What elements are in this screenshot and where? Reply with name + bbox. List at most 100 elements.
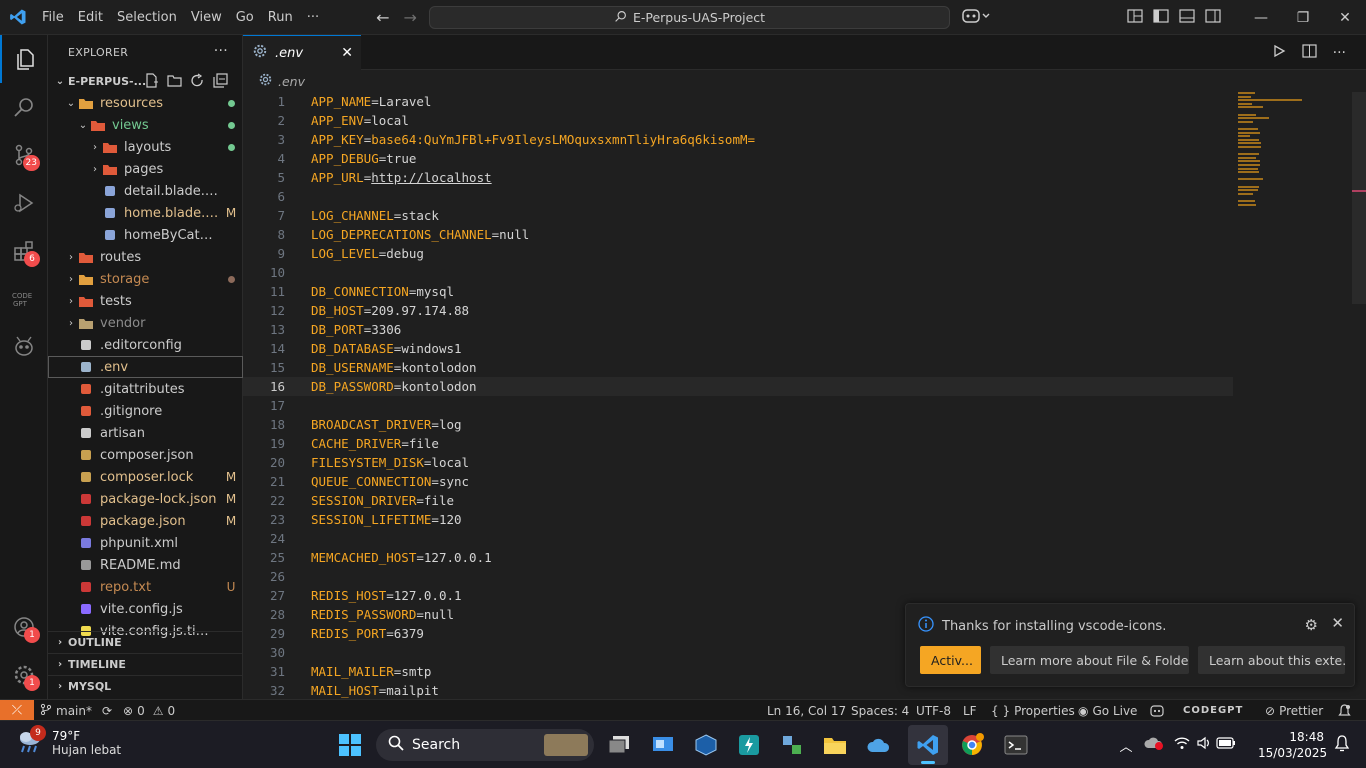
search-view-icon[interactable] [0, 83, 48, 131]
outline-section[interactable]: › OUTLINE [48, 631, 243, 653]
tree-folder[interactable]: › storage [48, 268, 243, 290]
learn-about-extension-button[interactable]: Learn about this exte... [1198, 646, 1345, 674]
tree-file[interactable]: vite.config.js [48, 598, 243, 620]
code-line[interactable]: 15 DB_USERNAME=kontolodon [243, 358, 1233, 377]
tree-file[interactable]: composer.lock M [48, 466, 243, 488]
tree-folder[interactable]: ⌄ resources [48, 92, 243, 114]
notification-center-icon[interactable] [1334, 735, 1350, 757]
tree-file[interactable]: artisan [48, 422, 243, 444]
tree-file[interactable]: composer.json [48, 444, 243, 466]
vertical-scrollbar[interactable] [1352, 92, 1366, 304]
close-notification-icon[interactable]: ✕ [1331, 614, 1344, 632]
command-center-search[interactable]: E-Perpus-UAS-Project [429, 6, 950, 29]
tree-file[interactable]: .editorconfig [48, 334, 243, 356]
minimize-icon[interactable]: — [1240, 10, 1282, 26]
notifications-bell-icon[interactable] [1338, 700, 1351, 721]
tree-file[interactable]: detail.blade.php [48, 180, 243, 202]
code-line[interactable]: 8 LOG_DEPRECATIONS_CHANNEL=null [243, 225, 1233, 244]
new-file-icon[interactable] [144, 73, 159, 91]
tree-folder[interactable]: ⌄ views [48, 114, 243, 136]
encoding[interactable]: UTF-8 [916, 700, 951, 721]
code-line[interactable]: 17 [243, 396, 1233, 415]
code-line[interactable]: 5 APP_URL=http://localhost [243, 168, 1233, 187]
code-line[interactable]: 14 DB_DATABASE=windows1 [243, 339, 1233, 358]
extensions-icon[interactable]: 6 [0, 227, 48, 275]
code-line[interactable]: 16 DB_PASSWORD=kontolodon [243, 377, 1233, 396]
code-line[interactable]: 13 DB_PORT=3306 [243, 320, 1233, 339]
codegpt-icon[interactable]: CODE GPT [0, 275, 48, 323]
learn-more-file-folder-button[interactable]: Learn more about File & Folder... [990, 646, 1189, 674]
project-root[interactable]: ⌄ E-PERPUS-... [48, 70, 242, 92]
menu-file[interactable]: File [35, 0, 71, 35]
task-view-icon[interactable] [600, 725, 640, 765]
tree-file[interactable]: repo.txt U [48, 576, 243, 598]
activate-button[interactable]: Activ... [920, 646, 981, 674]
code-line[interactable]: 2 APP_ENV=local [243, 111, 1233, 130]
forward-arrow-icon[interactable]: → [404, 8, 417, 27]
close-window-icon[interactable]: ✕ [1324, 10, 1366, 26]
onedrive-error-icon[interactable] [1137, 735, 1171, 755]
code-line[interactable]: 9 LOG_LEVEL=debug [243, 244, 1233, 263]
weather-widget[interactable]: 9 79°F Hujan lebat [16, 725, 121, 759]
code-line[interactable]: 26 [243, 567, 1233, 586]
tab-env[interactable]: .env ✕ [243, 35, 361, 70]
menu-edit[interactable]: Edit [71, 0, 110, 35]
taskbar-search[interactable]: Search [376, 729, 594, 761]
volume-icon[interactable] [1193, 736, 1215, 754]
code-line[interactable]: 22 SESSION_DRIVER=file [243, 491, 1233, 510]
tree-file[interactable]: package-lock.json M [48, 488, 243, 510]
vscode-taskbar-icon[interactable] [908, 725, 948, 765]
copilot-icon[interactable] [962, 8, 992, 28]
tree-file[interactable]: home.blade.p... M [48, 202, 243, 224]
tree-file[interactable]: phpunit.xml [48, 532, 243, 554]
more-editor-actions-icon[interactable]: ··· [1333, 45, 1346, 61]
menu-more[interactable]: ··· [300, 0, 326, 35]
code-line[interactable]: 18 BROADCAST_DRIVER=log [243, 415, 1233, 434]
menu-run[interactable]: Run [261, 0, 300, 35]
cloud-app-icon[interactable] [858, 725, 898, 765]
code-line[interactable]: 21 QUEUE_CONNECTION=sync [243, 472, 1233, 491]
code-line[interactable]: 25 MEMCACHED_HOST=127.0.0.1 [243, 548, 1233, 567]
code-line[interactable]: 19 CACHE_DRIVER=file [243, 434, 1233, 453]
back-arrow-icon[interactable]: ← [376, 8, 389, 27]
wifi-icon[interactable] [1171, 736, 1193, 754]
prettier-status[interactable]: ⊘ Prettier [1265, 700, 1323, 721]
virtualbox-icon[interactable] [686, 725, 726, 765]
chevron-up-icon[interactable]: ︿ [1115, 736, 1137, 755]
env-value[interactable]: http://localhost [371, 170, 491, 185]
battery-icon[interactable] [1215, 737, 1237, 753]
split-editor-icon[interactable] [1302, 43, 1317, 62]
tree-folder[interactable]: › vendor [48, 312, 243, 334]
network-tool-icon[interactable] [772, 725, 812, 765]
new-folder-icon[interactable] [167, 73, 182, 91]
minimap[interactable] [1238, 92, 1308, 212]
toggle-secondary-sidebar-icon[interactable] [1205, 8, 1221, 27]
restore-icon[interactable]: ❐ [1282, 10, 1324, 26]
tree-file[interactable]: .env [48, 356, 243, 378]
cursor-app-icon[interactable] [729, 725, 769, 765]
more-actions-icon[interactable]: ··· [214, 43, 228, 59]
code-line[interactable]: 10 [243, 263, 1233, 282]
indentation[interactable]: Spaces: 4 [851, 700, 909, 721]
code-line[interactable]: 3 APP_KEY=base64:QuYmJFBl+Fv9IleysLMOquxs… [243, 130, 1233, 149]
menu-go[interactable]: Go [229, 0, 261, 35]
breadcrumb-file[interactable]: .env [278, 74, 305, 89]
settings-gear-icon[interactable]: 1 [0, 651, 48, 699]
code-line[interactable]: 20 FILESYSTEM_DISK=local [243, 453, 1233, 472]
customize-layout-icon[interactable] [1127, 8, 1143, 27]
end-of-line[interactable]: LF [963, 700, 977, 721]
code-line[interactable]: 1 APP_NAME=Laravel [243, 92, 1233, 111]
tree-file[interactable]: README.md [48, 554, 243, 576]
alien-extension-icon[interactable] [0, 323, 48, 371]
cursor-position[interactable]: Ln 16, Col 17 [767, 700, 846, 721]
terminal-icon[interactable] [996, 725, 1036, 765]
code-line[interactable]: 11 DB_CONNECTION=mysql [243, 282, 1233, 301]
code-line[interactable]: 23 SESSION_LIFETIME=120 [243, 510, 1233, 529]
chrome-icon[interactable] [952, 725, 992, 765]
control-panel-icon[interactable] [643, 725, 683, 765]
run-debug-icon[interactable] [0, 179, 48, 227]
clock[interactable]: 18:48 15/03/2025 [1258, 729, 1327, 761]
tree-file[interactable]: .gitattributes [48, 378, 243, 400]
tree-file[interactable]: homeByCategory.bl... [48, 224, 243, 246]
problems-status[interactable]: ⊗ 0 ⚠ 0 [123, 700, 175, 721]
